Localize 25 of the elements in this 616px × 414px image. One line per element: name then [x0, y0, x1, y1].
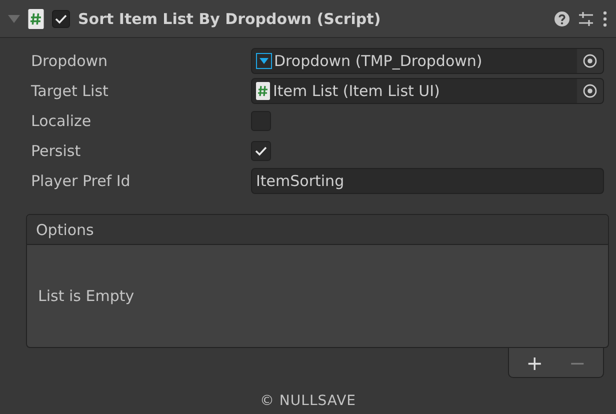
script-icon	[28, 8, 44, 28]
checkmark-icon	[255, 146, 267, 156]
field-label: Localize	[31, 112, 92, 130]
object-field[interactable]: Dropdown (TMP_Dropdown)	[251, 48, 604, 74]
field-label: Target List	[31, 82, 110, 100]
list-title: Options	[36, 220, 94, 238]
settings-sliders-icon[interactable]	[578, 10, 594, 26]
component-title: Sort Item List By Dropdown (Script)	[78, 10, 382, 28]
field-label: Player Pref Id	[31, 172, 132, 190]
help-icon[interactable]	[554, 10, 570, 26]
field-label: Persist	[31, 142, 82, 160]
checkbox[interactable]	[251, 141, 271, 161]
empty-message: List is Empty	[38, 287, 134, 305]
dropdown-icon	[256, 53, 272, 69]
more-icon[interactable]	[602, 10, 608, 26]
target-icon[interactable]	[583, 84, 597, 98]
field-label: Dropdown	[31, 52, 109, 70]
target-icon[interactable]	[583, 54, 597, 68]
text-field[interactable]: ItemSorting	[251, 168, 604, 194]
enable-checkbox[interactable]	[52, 10, 70, 28]
add-button[interactable]: +	[520, 350, 549, 374]
script-icon	[256, 82, 270, 100]
copyright-text: © NULLSAVE	[260, 393, 356, 409]
checkmark-icon	[55, 14, 67, 24]
object-field[interactable]: Item List (Item List UI)	[251, 78, 604, 104]
